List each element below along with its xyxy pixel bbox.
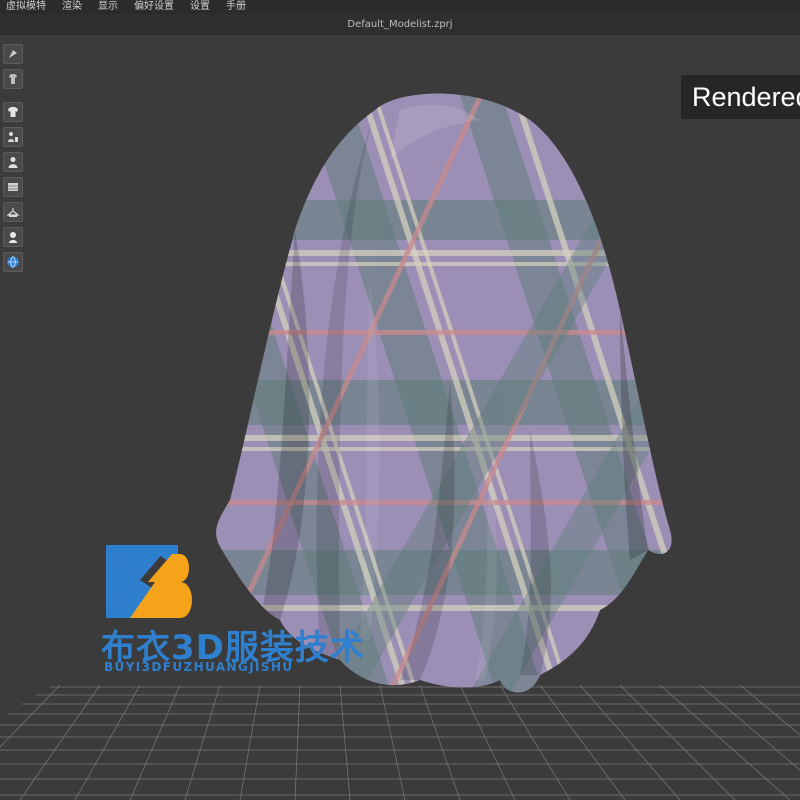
menu-display[interactable]: 显示 xyxy=(90,0,126,14)
window-title-bar: Default_Modelist.zprj xyxy=(0,14,800,35)
garment-icon[interactable] xyxy=(3,69,23,89)
avatar-icon[interactable] xyxy=(3,152,23,172)
globe-icon[interactable] xyxy=(3,252,23,272)
menu-render[interactable]: 渲染 xyxy=(54,0,90,14)
menu-avatar[interactable]: 虚拟模特 xyxy=(0,0,54,14)
menu-settings[interactable]: 设置 xyxy=(182,0,218,14)
window-title: Default_Modelist.zprj xyxy=(347,18,453,30)
hanger-icon[interactable] xyxy=(3,202,23,222)
left-toolbar xyxy=(3,44,23,277)
fabric-icon[interactable] xyxy=(3,177,23,197)
shirt-icon[interactable] xyxy=(3,102,23,122)
avatar-head-icon[interactable] xyxy=(3,227,23,247)
floor-grid xyxy=(0,685,800,800)
avatar-pose-icon[interactable] xyxy=(3,44,23,64)
menu-manual[interactable]: 手册 xyxy=(218,0,254,14)
menu-bar: 虚拟模特 渲染 显示 偏好设置 设置 手册 xyxy=(0,0,800,14)
rendered-badge: Rendered xyxy=(681,75,800,119)
avatar-edit-icon[interactable] xyxy=(3,127,23,147)
menu-preferences[interactable]: 偏好设置 xyxy=(126,0,182,14)
watermark-subtitle: BUYI3DFUZHUANGJISHU xyxy=(104,660,294,674)
toolbar-gap xyxy=(3,94,23,102)
